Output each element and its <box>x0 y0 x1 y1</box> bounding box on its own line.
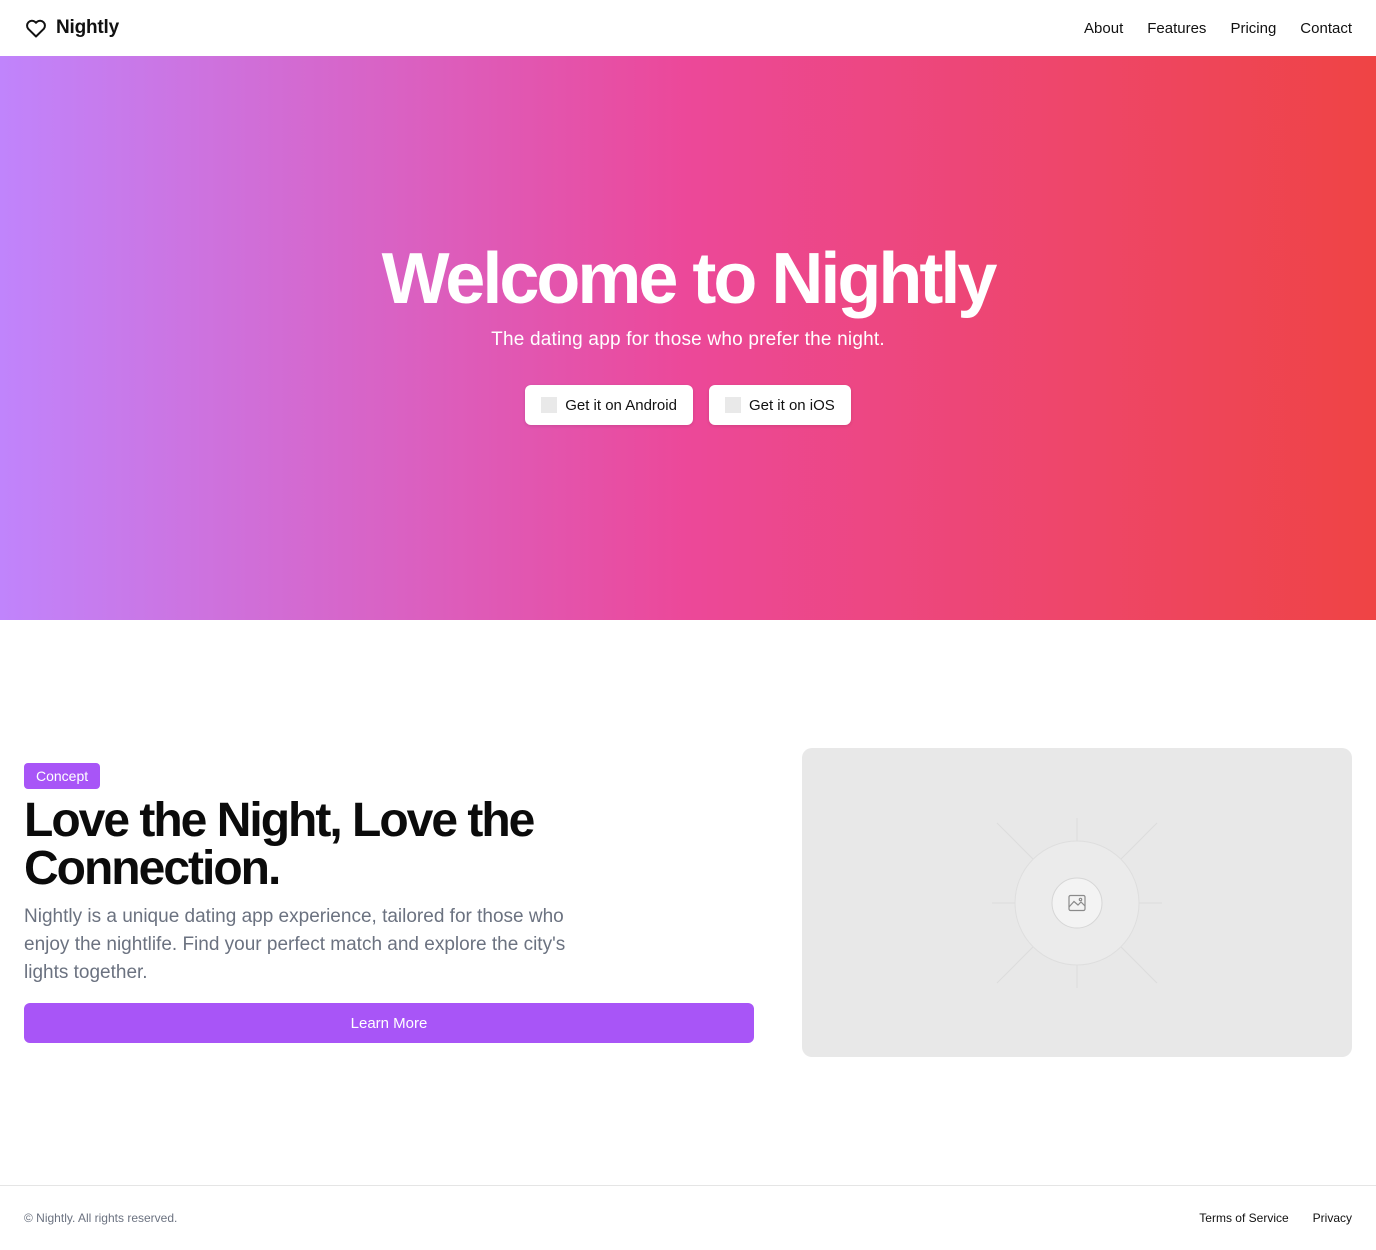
main-nav: About Features Pricing Contact <box>1084 20 1352 37</box>
hero-subtitle: The dating app for those who prefer the … <box>491 329 885 350</box>
store-buttons: Get it on Android Get it on iOS <box>525 385 851 425</box>
learn-more-button[interactable]: Learn More <box>24 1003 754 1043</box>
copyright-text: © Nightly. All rights reserved. <box>24 1211 178 1225</box>
nav-pricing-link[interactable]: Pricing <box>1230 20 1276 37</box>
ios-download-button[interactable]: Get it on iOS <box>708 385 851 425</box>
android-download-button[interactable]: Get it on Android <box>525 385 693 425</box>
concept-description: Nightly is a unique dating app experienc… <box>24 906 566 983</box>
ios-button-label: Get it on iOS <box>748 396 835 414</box>
hero-title: Welcome to Nightly <box>381 239 998 319</box>
concept-content: Concept Love the Night, Love the Connect… <box>24 763 754 1043</box>
concept-image-placeholder <box>802 748 1352 1057</box>
hero-section: Welcome to Nightly The dating app for th… <box>0 56 1376 620</box>
android-icon <box>541 397 558 413</box>
nav-contact-link[interactable]: Contact <box>1300 20 1352 37</box>
heart-icon <box>24 16 48 40</box>
nav-about-link[interactable]: About <box>1084 20 1123 37</box>
brand-name: Nightly <box>56 17 119 38</box>
brand-logo-link[interactable]: Nightly <box>24 16 119 40</box>
site-footer: © Nightly. All rights reserved. Terms of… <box>0 1185 1376 1250</box>
site-header: Nightly About Features Pricing Contact <box>0 0 1376 56</box>
concept-title: Love the Night, Love the Connection. <box>24 794 535 895</box>
concept-section: Concept Love the Night, Love the Connect… <box>24 748 1352 1058</box>
footer-links: Terms of Service Privacy <box>1199 1211 1352 1225</box>
terms-of-service-link[interactable]: Terms of Service <box>1199 1211 1288 1225</box>
nav-features-link[interactable]: Features <box>1147 20 1206 37</box>
android-button-label: Get it on Android <box>565 396 677 414</box>
apple-icon <box>724 397 741 413</box>
image-placeholder-graphic <box>992 818 1162 988</box>
concept-badge: Concept <box>24 763 101 789</box>
privacy-link[interactable]: Privacy <box>1313 1211 1352 1225</box>
